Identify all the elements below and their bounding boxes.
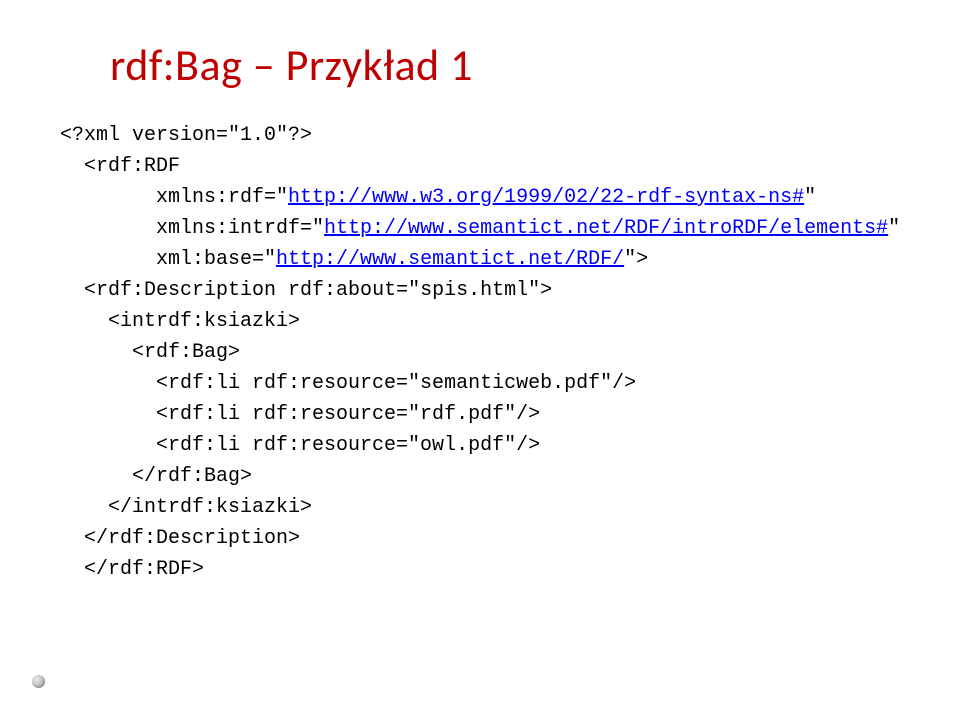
code-line-15: </rdf:RDF> bbox=[84, 558, 204, 581]
code-line-12: </rdf:Bag> bbox=[132, 465, 252, 488]
code-line-10: <rdf:li rdf:resource="rdf.pdf"/> bbox=[156, 403, 540, 426]
code-link-rdf-ns[interactable]: http://www.w3.org/1999/02/22-rdf-syntax-… bbox=[288, 186, 804, 209]
code-line-4-post: " bbox=[888, 217, 900, 240]
slide-bullet-icon bbox=[32, 675, 45, 688]
code-line-8: <rdf:Bag> bbox=[132, 341, 240, 364]
code-line-9: <rdf:li rdf:resource="semanticweb.pdf"/> bbox=[156, 372, 636, 395]
code-line-3-post: " bbox=[804, 186, 816, 209]
code-line-1: <?xml version="1.0"?> bbox=[60, 124, 312, 147]
code-line-4-pre: xmlns:intrdf=" bbox=[156, 217, 324, 240]
code-line-3-pre: xmlns:rdf=" bbox=[156, 186, 288, 209]
code-line-5-pre: xml:base=" bbox=[156, 248, 276, 271]
code-line-14: </rdf:Description> bbox=[84, 527, 300, 550]
code-link-base[interactable]: http://www.semantict.net/RDF/ bbox=[276, 248, 624, 271]
code-block: <?xml version="1.0"?> <rdf:RDF xmlns:rdf… bbox=[60, 120, 900, 585]
slide: rdf:Bag – Przykład 1 <?xml version="1.0"… bbox=[0, 0, 960, 714]
code-line-6: <rdf:Description rdf:about="spis.html"> bbox=[84, 279, 552, 302]
code-link-intrdf-ns[interactable]: http://www.semantict.net/RDF/introRDF/el… bbox=[324, 217, 888, 240]
slide-title: rdf:Bag – Przykład 1 bbox=[110, 38, 900, 92]
code-line-2: <rdf:RDF bbox=[84, 155, 180, 178]
code-line-7: <intrdf:ksiazki> bbox=[108, 310, 300, 333]
code-line-11: <rdf:li rdf:resource="owl.pdf"/> bbox=[156, 434, 540, 457]
code-line-13: </intrdf:ksiazki> bbox=[108, 496, 312, 519]
code-line-5-post: "> bbox=[624, 248, 648, 271]
